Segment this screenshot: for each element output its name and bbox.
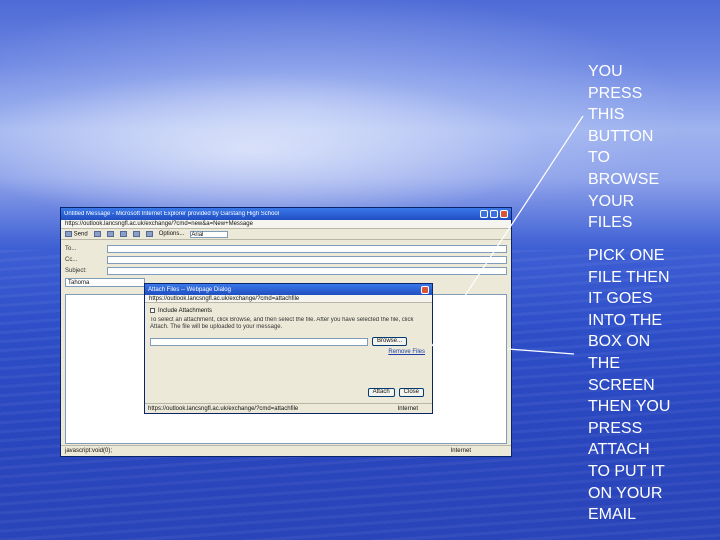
- compose-toolbar: Send Options... Arial: [61, 229, 511, 240]
- annotation-line: THIS: [588, 106, 625, 124]
- dialog-status-bar: https://outlook.lancsngfl.ac.uk/exchange…: [145, 403, 432, 413]
- annotation-line: BOX ON: [588, 333, 651, 351]
- save-icon[interactable]: [93, 231, 101, 237]
- paperclip-icon[interactable]: [106, 231, 114, 237]
- window-titlebar: Untitled Message - Microsoft Internet Ex…: [61, 208, 511, 220]
- browse-button[interactable]: Browse...: [372, 337, 408, 346]
- options-button[interactable]: Options...: [159, 231, 185, 237]
- annotation-browse: YOU PRESS THIS BUTTON TO BROWSE YOUR FILES: [588, 61, 716, 234]
- annotation-line: YOUR: [588, 192, 635, 210]
- send-button[interactable]: Send: [65, 230, 88, 237]
- attach-instructions: To select an attachment, click Browse, a…: [150, 317, 414, 330]
- attach-files-dialog: Attach Files -- Webpage Dialog https://o…: [144, 283, 433, 414]
- font-select[interactable]: Arial: [190, 230, 229, 238]
- status-text: javascript:void(0);: [65, 448, 113, 454]
- annotation-line: EMAIL: [588, 506, 637, 524]
- annotation-line: IT GOES: [588, 290, 653, 308]
- close-button[interactable]: Close: [398, 388, 424, 397]
- cc-button[interactable]: Cc...: [65, 257, 103, 263]
- send-icon: [65, 230, 72, 237]
- attach-button[interactable]: Attach: [367, 388, 395, 397]
- dialog-status-zone: Internet: [397, 405, 418, 412]
- file-row: Browse...: [150, 337, 427, 346]
- annotation-line: TO: [588, 149, 610, 167]
- maximize-icon[interactable]: [490, 210, 498, 218]
- address-bar[interactable]: https://outlook.lancsngfl.ac.uk/exchange…: [61, 220, 511, 229]
- annotation-line: TO PUT IT: [588, 462, 665, 480]
- dialog-close-icon[interactable]: [421, 285, 429, 294]
- include-attachments-label: Include Attachments: [158, 307, 213, 314]
- subject-label: Subject:: [65, 267, 87, 274]
- subject-field[interactable]: [107, 266, 507, 275]
- status-zone: Internet: [450, 448, 471, 454]
- subject-row: Subject:: [65, 265, 507, 276]
- annotation-line: SCREEN: [588, 376, 655, 394]
- annotation-line: YOU: [588, 63, 623, 80]
- annotation-line: THEN YOU: [588, 398, 671, 416]
- window-title: Untitled Message - Microsoft Internet Ex…: [64, 211, 280, 217]
- dialog-status-text: https://outlook.lancsngfl.ac.uk/exchange…: [148, 405, 299, 412]
- to-row: To...: [65, 243, 507, 254]
- address-fields: To... Cc... Subject:: [61, 240, 511, 276]
- format-select[interactable]: Tahoma: [65, 278, 145, 287]
- annotation-line: FILE THEN: [588, 268, 670, 286]
- check-names-icon[interactable]: [132, 231, 140, 237]
- dialog-content: Include Attachments To select an attachm…: [145, 303, 432, 358]
- annotation-line: PRESS: [588, 84, 643, 102]
- dialog-address: https://outlook.lancsngfl.ac.uk/exchange…: [145, 295, 432, 303]
- remove-files-link[interactable]: Remove Files: [150, 349, 427, 355]
- importance-icon[interactable]: [145, 231, 153, 237]
- to-button[interactable]: To...: [65, 246, 103, 252]
- to-field[interactable]: [107, 244, 507, 253]
- annotation-line: BROWSE: [588, 170, 660, 188]
- minimize-icon[interactable]: [480, 210, 488, 218]
- cc-row: Cc...: [65, 254, 507, 265]
- close-icon[interactable]: [500, 210, 508, 218]
- annotation-attach: PICK ONE FILE THEN IT GOES INTO THE BOX ON TH…: [588, 245, 716, 526]
- dialog-title: Attach Files -- Webpage Dialog: [148, 286, 231, 293]
- address-book-icon[interactable]: [119, 231, 127, 237]
- annotation-line: ON YOUR: [588, 484, 663, 502]
- dialog-titlebar: Attach Files -- Webpage Dialog: [145, 284, 432, 295]
- include-attachments-checkbox[interactable]: [150, 308, 155, 313]
- include-attachments-row[interactable]: Include Attachments: [150, 306, 427, 315]
- file-path-input[interactable]: [150, 337, 368, 346]
- dialog-actions: Attach Close: [367, 388, 424, 397]
- annotation-line: BUTTON: [588, 127, 654, 145]
- annotation-line: FILES: [588, 214, 633, 232]
- annotation-line: PICK ONE: [588, 247, 665, 264]
- annotation-line: THE: [588, 354, 620, 372]
- annotation-line: PRESS: [588, 419, 643, 437]
- status-bar: javascript:void(0); Internet: [61, 445, 511, 456]
- annotation-line: ATTACH: [588, 441, 650, 459]
- annotation-line: INTO THE: [588, 311, 663, 329]
- cc-field[interactable]: [107, 255, 507, 264]
